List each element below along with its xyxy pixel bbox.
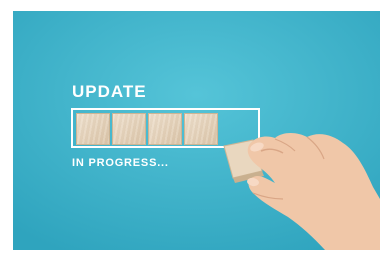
photo: UPDATE IN PROGRESS... (13, 11, 380, 250)
hand-with-block (223, 133, 380, 250)
hand-icon (247, 133, 380, 250)
